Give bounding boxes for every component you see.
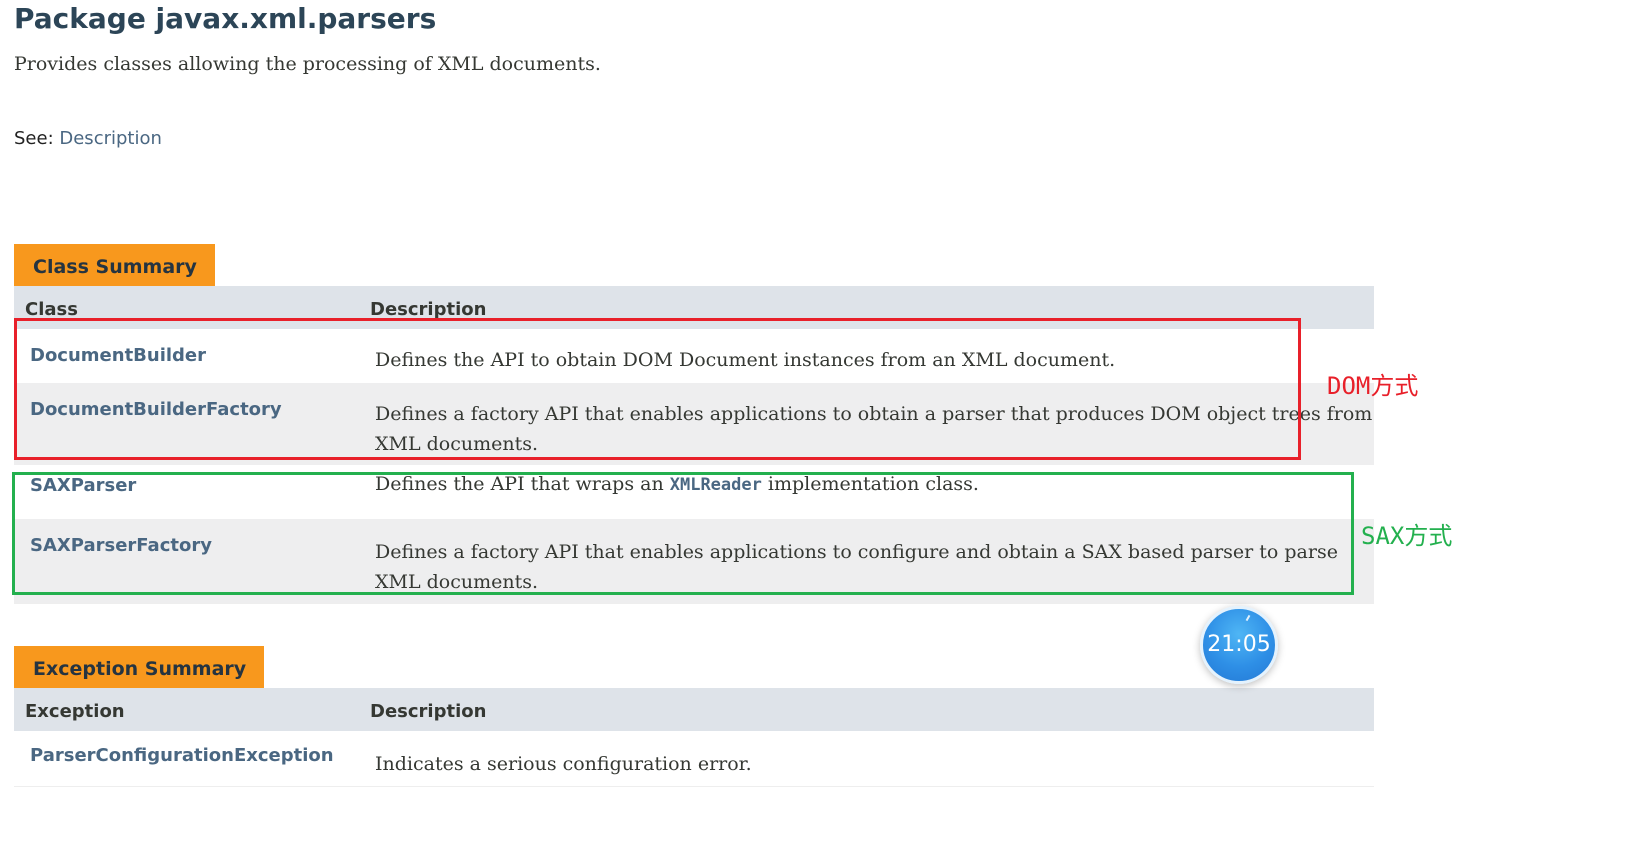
- class-description: Defines the API to obtain DOM Document i…: [375, 349, 1116, 371]
- table-row: DocumentBuilderFactory Defines a factory…: [14, 383, 1374, 465]
- clock-tick-icon: [1245, 614, 1251, 622]
- description-link[interactable]: Description: [59, 128, 162, 149]
- table-header: Exception Description: [14, 688, 1374, 731]
- table-header: Class Description: [14, 286, 1374, 329]
- class-description: Defines a factory API that enables appli…: [375, 403, 1373, 455]
- column-header-exception: Exception: [25, 701, 125, 722]
- table-row: SAXParser Defines the API that wraps an …: [14, 465, 1374, 519]
- class-description: Defines the API that wraps an XMLReader …: [375, 469, 1374, 500]
- exception-description: Indicates a serious configuration error.: [375, 753, 752, 775]
- dom-annotation-label: DOM方式: [1327, 372, 1419, 400]
- table-row: ParserConfigurationException Indicates a…: [14, 731, 1374, 786]
- xmlreader-link[interactable]: XMLReader: [670, 475, 762, 495]
- column-header-description: Description: [370, 299, 487, 320]
- floating-clock-widget[interactable]: 21:05: [1200, 606, 1278, 684]
- see-label: See:: [14, 128, 54, 149]
- exception-summary-table: Exception Description ParserConfiguratio…: [14, 688, 1374, 787]
- class-summary-tab: Class Summary: [14, 244, 215, 286]
- class-link-saxparser[interactable]: SAXParser: [30, 475, 136, 496]
- class-link-documentbuilder[interactable]: DocumentBuilder: [30, 345, 206, 366]
- class-description: Defines a factory API that enables appli…: [375, 541, 1338, 593]
- description-text: implementation class.: [761, 473, 979, 495]
- class-link-documentbuilderfactory[interactable]: DocumentBuilderFactory: [30, 399, 282, 420]
- table-row: DocumentBuilder Defines the API to obtai…: [14, 329, 1374, 383]
- clock-time: 21:05: [1207, 632, 1271, 657]
- sax-annotation-label: SAX方式: [1361, 522, 1453, 550]
- column-header-class: Class: [25, 299, 78, 320]
- class-link-saxparserfactory[interactable]: SAXParserFactory: [30, 535, 212, 556]
- column-header-description: Description: [370, 701, 487, 722]
- table-row: SAXParserFactory Defines a factory API t…: [14, 519, 1374, 603]
- page-title: Package javax.xml.parsers: [14, 2, 437, 35]
- package-description: Provides classes allowing the processing…: [14, 53, 601, 75]
- exception-summary-tab: Exception Summary: [14, 646, 265, 688]
- class-summary-table: Class Description DocumentBuilder Define…: [14, 286, 1374, 604]
- description-text: Defines the API that wraps an: [375, 473, 670, 495]
- see-line: See: Description: [14, 128, 162, 149]
- exception-link-parserconfigurationexception[interactable]: ParserConfigurationException: [30, 745, 334, 766]
